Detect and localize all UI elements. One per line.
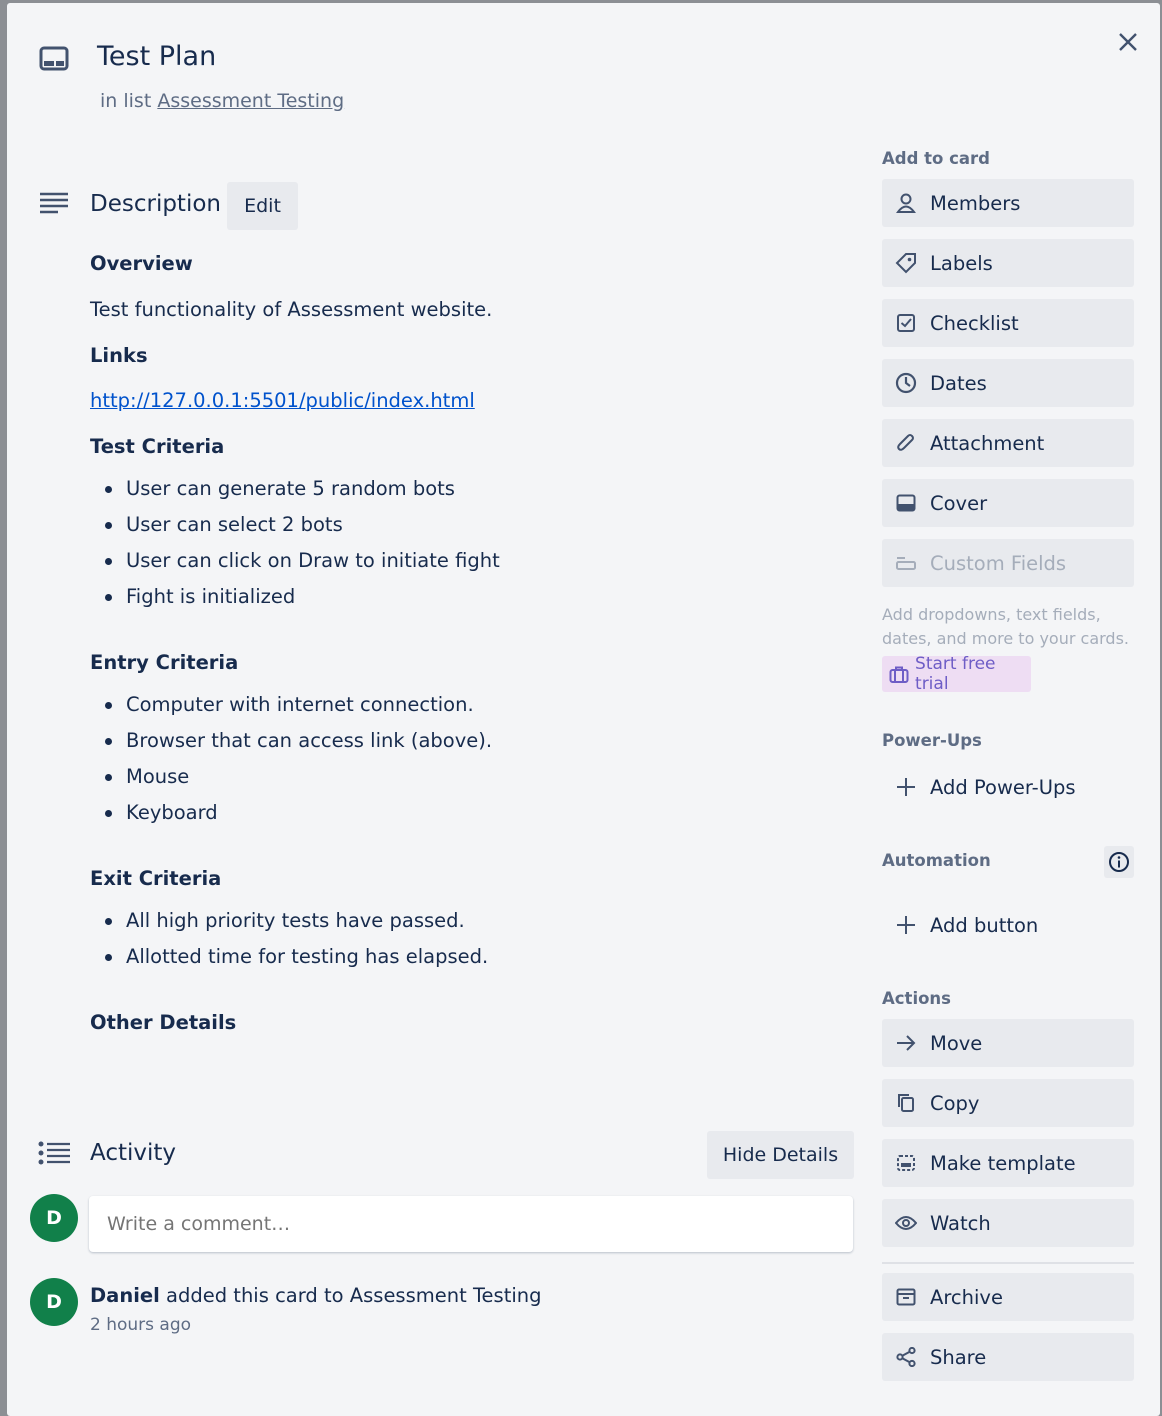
activity-entry: Daniel added this card to Assessment Tes… — [90, 1284, 542, 1307]
list-link[interactable]: Assessment Testing — [157, 90, 344, 112]
list-item: User can generate 5 random bots — [105, 471, 500, 507]
copy-icon — [882, 1079, 930, 1127]
other-details-heading: Other Details — [90, 1011, 237, 1034]
list-item: Computer with internet connection. — [104, 687, 492, 723]
cover-icon — [882, 479, 930, 527]
automation-heading: Automation — [882, 851, 991, 870]
tag-icon — [882, 239, 930, 287]
list-item: Fight is initialized — [105, 579, 500, 615]
links-heading: Links — [90, 344, 148, 367]
exit-criteria-list: All high priority tests have passed. All… — [104, 903, 488, 975]
custom-fields-button[interactable]: Custom Fields — [882, 539, 1134, 587]
test-criteria-heading: Test Criteria — [90, 435, 225, 458]
automation-info-button[interactable] — [1104, 846, 1134, 878]
activity-timestamp[interactable]: 2 hours ago — [90, 1315, 191, 1335]
overview-heading: Overview — [90, 252, 193, 275]
hide-details-button[interactable]: Hide Details — [707, 1131, 854, 1179]
list-item: User can click on Draw to initiate fight — [105, 543, 500, 579]
move-button[interactable]: Move — [882, 1019, 1134, 1067]
archive-icon — [882, 1273, 930, 1321]
watch-button[interactable]: Watch — [882, 1199, 1134, 1247]
overview-text: Test functionality of Assessment website… — [90, 298, 493, 321]
custom-fields-description: Add dropdowns, text fields, dates, and m… — [882, 605, 1129, 648]
list-item: User can select 2 bots — [105, 507, 500, 543]
test-criteria-list: User can generate 5 random bots User can… — [105, 471, 500, 615]
custom-fields-icon — [882, 539, 930, 587]
archive-button[interactable]: Archive — [882, 1273, 1134, 1321]
card-icon — [39, 46, 69, 76]
paperclip-icon — [882, 419, 930, 467]
checkbox-icon — [882, 299, 930, 347]
actions-divider — [882, 1262, 1134, 1264]
comment-input[interactable] — [89, 1196, 853, 1252]
activity-action: added this card to Assessment Testing — [159, 1284, 542, 1307]
description-link[interactable]: http://127.0.0.1:5501/public/index.html — [90, 389, 475, 412]
attachment-button[interactable]: Attachment — [882, 419, 1134, 467]
activity-user[interactable]: Daniel — [90, 1284, 160, 1307]
share-icon — [882, 1333, 930, 1381]
checklist-button[interactable]: Checklist — [882, 299, 1134, 347]
template-icon — [882, 1139, 930, 1187]
add-to-card-heading: Add to card — [882, 149, 990, 168]
arrow-right-icon — [882, 1019, 930, 1067]
add-button-button[interactable]: Add button — [882, 901, 1134, 949]
copy-button[interactable]: Copy — [882, 1079, 1134, 1127]
activity-icon — [38, 1141, 70, 1169]
list-item: Browser that can access link (above). — [104, 723, 492, 759]
add-powerups-button[interactable]: Add Power-Ups — [882, 763, 1134, 811]
edit-description-button[interactable]: Edit — [227, 182, 298, 230]
description-icon — [40, 191, 68, 219]
share-button[interactable]: Share — [882, 1333, 1134, 1381]
entry-criteria-list: Computer with internet connection. Brows… — [104, 687, 492, 831]
person-icon — [882, 179, 930, 227]
eye-icon — [882, 1199, 930, 1247]
plus-icon — [882, 901, 930, 949]
plus-icon — [882, 763, 930, 811]
card-detail-modal: Test Plan in list Assessment Testing Des… — [7, 3, 1160, 1416]
briefcase-icon — [882, 666, 915, 683]
dates-button[interactable]: Dates — [882, 359, 1134, 407]
close-button[interactable] — [1111, 25, 1145, 59]
activity-avatar[interactable]: D — [30, 1278, 78, 1326]
info-icon — [1109, 852, 1129, 872]
card-title[interactable]: Test Plan — [97, 41, 216, 72]
close-icon — [1119, 33, 1137, 51]
powerups-heading: Power-Ups — [882, 731, 982, 750]
exit-criteria-heading: Exit Criteria — [90, 867, 222, 890]
clock-icon — [882, 359, 930, 407]
avatar[interactable]: D — [30, 1194, 78, 1242]
make-template-button[interactable]: Make template — [882, 1139, 1134, 1187]
members-button[interactable]: Members — [882, 179, 1134, 227]
list-item: All high priority tests have passed. — [104, 903, 488, 939]
list-item: Allotted time for testing has elapsed. — [104, 939, 488, 975]
actions-heading: Actions — [882, 989, 951, 1008]
activity-heading: Activity — [90, 1140, 177, 1166]
list-item: Keyboard — [104, 795, 492, 831]
entry-criteria-heading: Entry Criteria — [90, 651, 239, 674]
in-list-text: in list Assessment Testing — [100, 90, 345, 112]
start-free-trial-button[interactable]: Start free trial — [882, 654, 1031, 694]
description-heading: Description — [90, 191, 221, 217]
list-item: Mouse — [104, 759, 492, 795]
cover-button[interactable]: Cover — [882, 479, 1134, 527]
labels-button[interactable]: Labels — [882, 239, 1134, 287]
